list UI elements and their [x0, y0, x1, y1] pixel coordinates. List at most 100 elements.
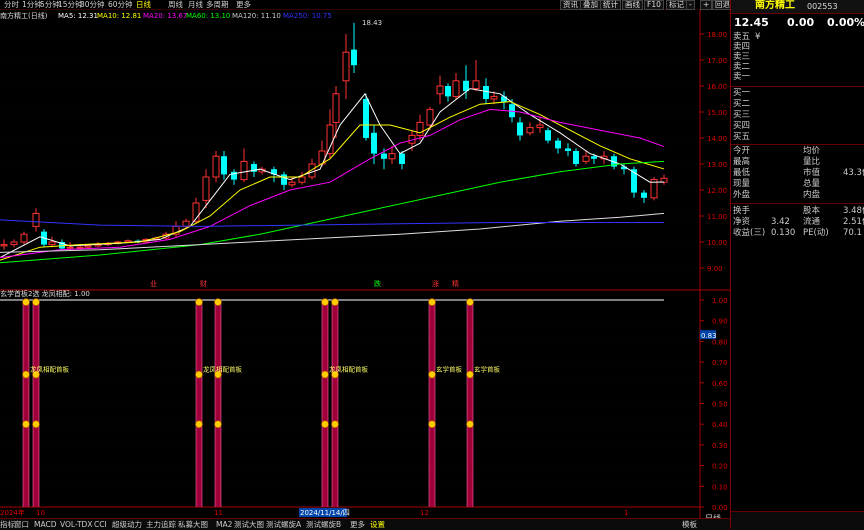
toolbar-btn-7[interactable]: +	[700, 0, 713, 10]
ma-legend: MA250: 10.75	[283, 12, 332, 20]
candle-body	[483, 86, 489, 99]
period-tab-3[interactable]: 15分钟	[58, 0, 83, 9]
template-button[interactable]: 模板	[682, 520, 697, 529]
toolbar-btn-2[interactable]: 统计	[600, 0, 621, 10]
candle-body	[76, 246, 84, 249]
signal-bar	[196, 300, 202, 507]
candle-body	[445, 86, 451, 97]
signal-bar	[215, 300, 221, 507]
signal-label: 龙凤相配首板	[30, 365, 70, 374]
candle-body	[0, 244, 8, 247]
period-tab-2[interactable]: 5分钟	[40, 0, 60, 9]
signal-dot	[428, 420, 436, 429]
candle-body	[416, 121, 424, 136]
period-tab-0[interactable]: 分时	[4, 0, 19, 9]
ind-tick-label: 0.10	[712, 483, 728, 491]
date-label: 1	[624, 509, 628, 517]
signal-dot	[466, 298, 474, 306]
toolbar-btn-0[interactable]: 资讯	[560, 0, 581, 10]
quote-row-label2: 市值	[803, 168, 821, 178]
indicator-tab-2[interactable]: MACD	[34, 520, 56, 529]
indicator-tabs: 指标 窗口 MACD VOL-TDX CCI 超级动力 主力追踪 私募大图 MA2 测试大图 测试螺…	[0, 518, 730, 530]
signal-dot	[331, 298, 339, 306]
quote-row-label: 换手	[733, 206, 751, 216]
candle-body	[281, 174, 287, 185]
indicator-tab-10[interactable]: 测试螺旋A	[266, 520, 301, 529]
period-tab-9[interactable]: 多周期	[206, 0, 229, 9]
period-toolbar: 分时 1分钟 5分钟 15分钟 30分钟 60分钟 日线 周线 月线 多周期 更多 资讯 叠加 统计 画线…	[0, 0, 733, 10]
ind-tick-label: 0.20	[712, 463, 728, 471]
signal-bar	[23, 300, 29, 507]
kline-chart[interactable]: 18.0017.0016.0015.0014.0013.0012.0011.00…	[0, 10, 730, 518]
price-row: 12.45 0.00 0.00%	[731, 14, 864, 32]
period-tab-6[interactable]: 日线	[136, 0, 151, 9]
price-change-pct: 0.00%	[827, 16, 864, 29]
toolbar-btn-5[interactable]: 标记	[666, 0, 687, 10]
candle-body	[641, 192, 647, 198]
indicator-tab-7[interactable]: 私募大图	[178, 520, 208, 529]
indicator-tab-11[interactable]: 测试螺旋B	[306, 520, 341, 529]
indicator-tab-1[interactable]: 窗口	[14, 520, 29, 529]
quote-row: 现量 总量	[733, 179, 863, 190]
period-tab-7[interactable]: 周线	[168, 0, 183, 9]
quote-row-value2: 3.48亿	[843, 206, 864, 216]
indicator-tab-13[interactable]: 设置	[370, 520, 385, 529]
price-tick-label: 9.00	[707, 265, 723, 273]
signal-dot	[22, 420, 30, 429]
period-tab-8[interactable]: 月线	[188, 0, 203, 9]
signal-label: 玄学首板	[474, 365, 501, 374]
candle-body	[84, 245, 92, 248]
indicator-tab-6[interactable]: 主力追踪	[146, 520, 176, 529]
period-tab-4[interactable]: 30分钟	[80, 0, 105, 9]
signal-label: 龙凤相配首板	[203, 365, 243, 374]
ind-tick-label: 1.00	[712, 297, 728, 305]
toolbar-btn-1[interactable]: 叠加	[580, 0, 601, 10]
quote-row-label: 卖五	[733, 32, 751, 42]
toolbar-btn-4[interactable]: F10	[644, 0, 664, 10]
period-tab-10[interactable]: 更多	[236, 0, 251, 9]
candle-body	[48, 241, 56, 246]
ind-tick-label: 0.40	[712, 421, 728, 429]
quote-row: 买四	[733, 121, 863, 132]
quote-row-label2: 内盘	[803, 190, 821, 200]
quote-row-value2: 70.1	[843, 228, 862, 238]
ma-legend: MA20: 13.67	[143, 12, 187, 20]
indicator-tab-4[interactable]: CCI	[94, 520, 107, 529]
quote-row: 换手 股本 3.48亿	[733, 206, 864, 217]
ind-tick-label: 0.00	[712, 504, 728, 512]
indicator-tab-8[interactable]: MA2	[216, 520, 232, 529]
quote-row-label: 收益(三)	[733, 228, 766, 238]
ind-tick-label: 0.50	[712, 401, 728, 409]
quote-row: 卖一	[733, 72, 863, 83]
quote-row-label2: 股本	[803, 206, 821, 216]
signal-bar	[467, 300, 473, 507]
quote-row-label: 买四	[733, 121, 751, 131]
toolbar-btn-6[interactable]: -	[686, 0, 695, 10]
signal-bar	[429, 300, 435, 507]
ind-cursor-label: 0.83	[701, 332, 717, 340]
ind-tick-label: 0.90	[712, 318, 728, 326]
signal-dot	[428, 370, 436, 379]
indicator-tab-5[interactable]: 超级动力	[112, 520, 142, 529]
candle-body	[565, 148, 571, 151]
signal-dot	[195, 370, 203, 379]
quote-row-value: 3.42	[771, 217, 790, 227]
period-tab-1[interactable]: 1分钟	[22, 0, 42, 9]
signal-dot	[32, 420, 40, 429]
quote-row: 买三	[733, 110, 863, 121]
ind-tick-label: 0.60	[712, 380, 728, 388]
toolbar-btn-3[interactable]: 画线	[622, 0, 643, 10]
period-tab-5[interactable]: 60分钟	[108, 0, 133, 9]
indicator-tab-9[interactable]: 测试大图	[234, 520, 264, 529]
indicator-tab-0[interactable]: 指标	[0, 520, 15, 529]
signal-dot	[466, 370, 474, 379]
indicator-tab-3[interactable]: VOL-TDX	[60, 520, 92, 529]
candle-body	[351, 49, 357, 66]
candle-body	[536, 124, 544, 129]
signal-dot	[321, 420, 329, 429]
ma-legend: MA10: 12.81	[97, 12, 141, 20]
quote-row: 今开 均价	[733, 146, 863, 157]
indicator-tab-12[interactable]: 更多	[350, 520, 365, 529]
candle-body	[472, 80, 480, 90]
candle-body	[363, 99, 369, 138]
